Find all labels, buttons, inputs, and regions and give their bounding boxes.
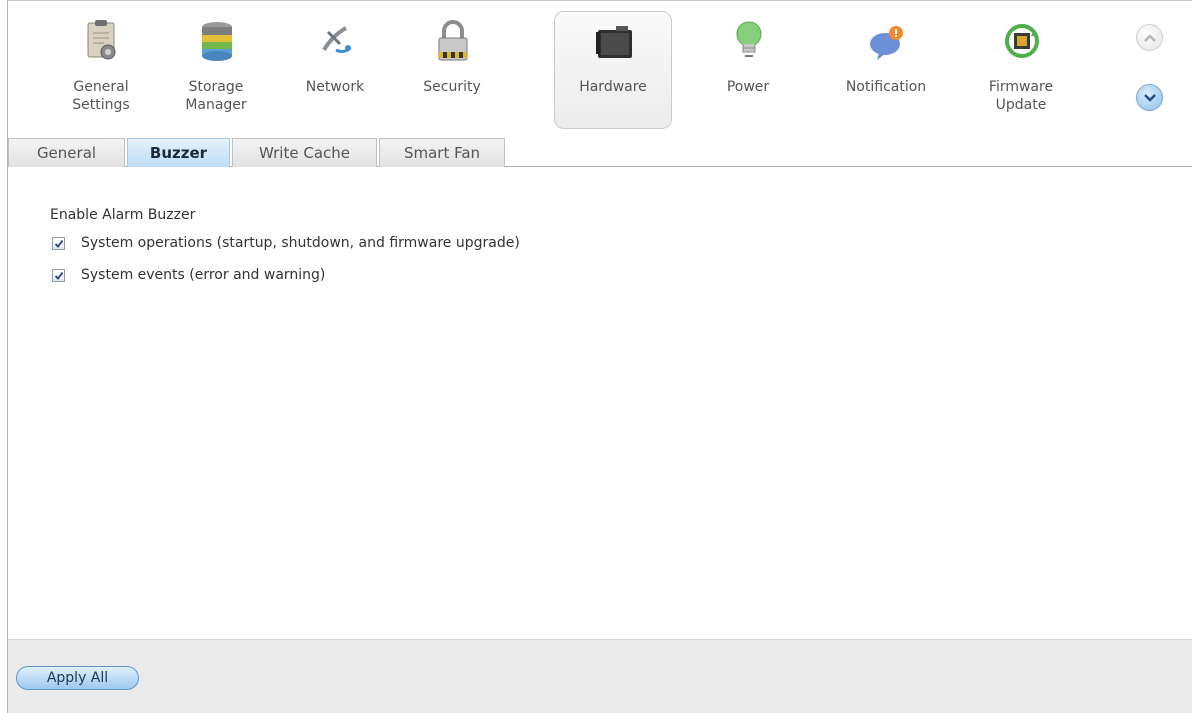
chevron-up-icon bbox=[1144, 34, 1156, 42]
hardware-icon bbox=[596, 26, 632, 58]
toolbar-item-storage-manager[interactable]: Storage Manager bbox=[157, 11, 275, 129]
tab-buzzer[interactable]: Buzzer bbox=[127, 138, 230, 167]
tab-smart-fan[interactable]: Smart Fan bbox=[379, 138, 505, 167]
system-operations-label: System operations (startup, shutdown, an… bbox=[81, 235, 520, 251]
toolbar-label: Security bbox=[423, 79, 481, 95]
footer-bar: Apply All bbox=[8, 639, 1192, 713]
tab-general[interactable]: General bbox=[8, 138, 125, 167]
toolbar-label: General Settings bbox=[72, 79, 130, 113]
toolbar-label: Firmware Update bbox=[988, 79, 1054, 113]
section-title: Enable Alarm Buzzer bbox=[50, 207, 196, 223]
toolbar-item-network[interactable]: Network bbox=[276, 11, 394, 129]
hardware-tab-bar: General Buzzer Write Cache Smart Fan bbox=[8, 138, 1192, 167]
checkmark-icon bbox=[54, 239, 64, 248]
toolbar-item-notification[interactable]: Notification bbox=[827, 11, 945, 129]
system-operations-checkbox[interactable] bbox=[52, 237, 65, 250]
chevron-down-icon bbox=[1144, 94, 1156, 102]
tab-write-cache[interactable]: Write Cache bbox=[232, 138, 377, 167]
toolbar-label: Network bbox=[305, 79, 365, 95]
scroll-down-button[interactable] bbox=[1136, 84, 1163, 111]
storage-manager-icon bbox=[202, 22, 232, 61]
notification-icon bbox=[870, 26, 903, 60]
toolbar-label: Notification bbox=[845, 79, 927, 95]
toolbar-label: Hardware bbox=[579, 79, 647, 95]
category-toolbar: General Settings Storage Manager Network bbox=[8, 1, 1192, 137]
checkmark-icon bbox=[54, 271, 64, 280]
scroll-up-button[interactable] bbox=[1136, 24, 1163, 51]
general-settings-icon bbox=[87, 20, 116, 60]
system-events-checkbox[interactable] bbox=[52, 269, 65, 282]
power-bulb-icon bbox=[736, 21, 762, 57]
toolbar-item-general-settings[interactable]: General Settings bbox=[42, 11, 160, 129]
apply-all-button[interactable]: Apply All bbox=[16, 666, 139, 690]
security-lock-icon bbox=[438, 20, 468, 61]
toolbar-item-hardware[interactable]: Hardware bbox=[554, 11, 672, 129]
toolbar-label: Power bbox=[726, 79, 770, 95]
toolbar-item-power[interactable]: Power bbox=[689, 11, 807, 129]
toolbar-item-security[interactable]: Security bbox=[393, 11, 511, 129]
buzzer-panel: Enable Alarm Buzzer System operations (s… bbox=[8, 167, 1192, 639]
network-icon bbox=[322, 26, 352, 54]
firmware-update-icon bbox=[1005, 24, 1039, 58]
control-panel-window: General Settings Storage Manager Network bbox=[7, 0, 1192, 713]
toolbar-item-firmware-update[interactable]: Firmware Update bbox=[962, 11, 1080, 129]
system-events-label: System events (error and warning) bbox=[81, 267, 326, 283]
toolbar-label: Storage Manager bbox=[185, 79, 247, 113]
